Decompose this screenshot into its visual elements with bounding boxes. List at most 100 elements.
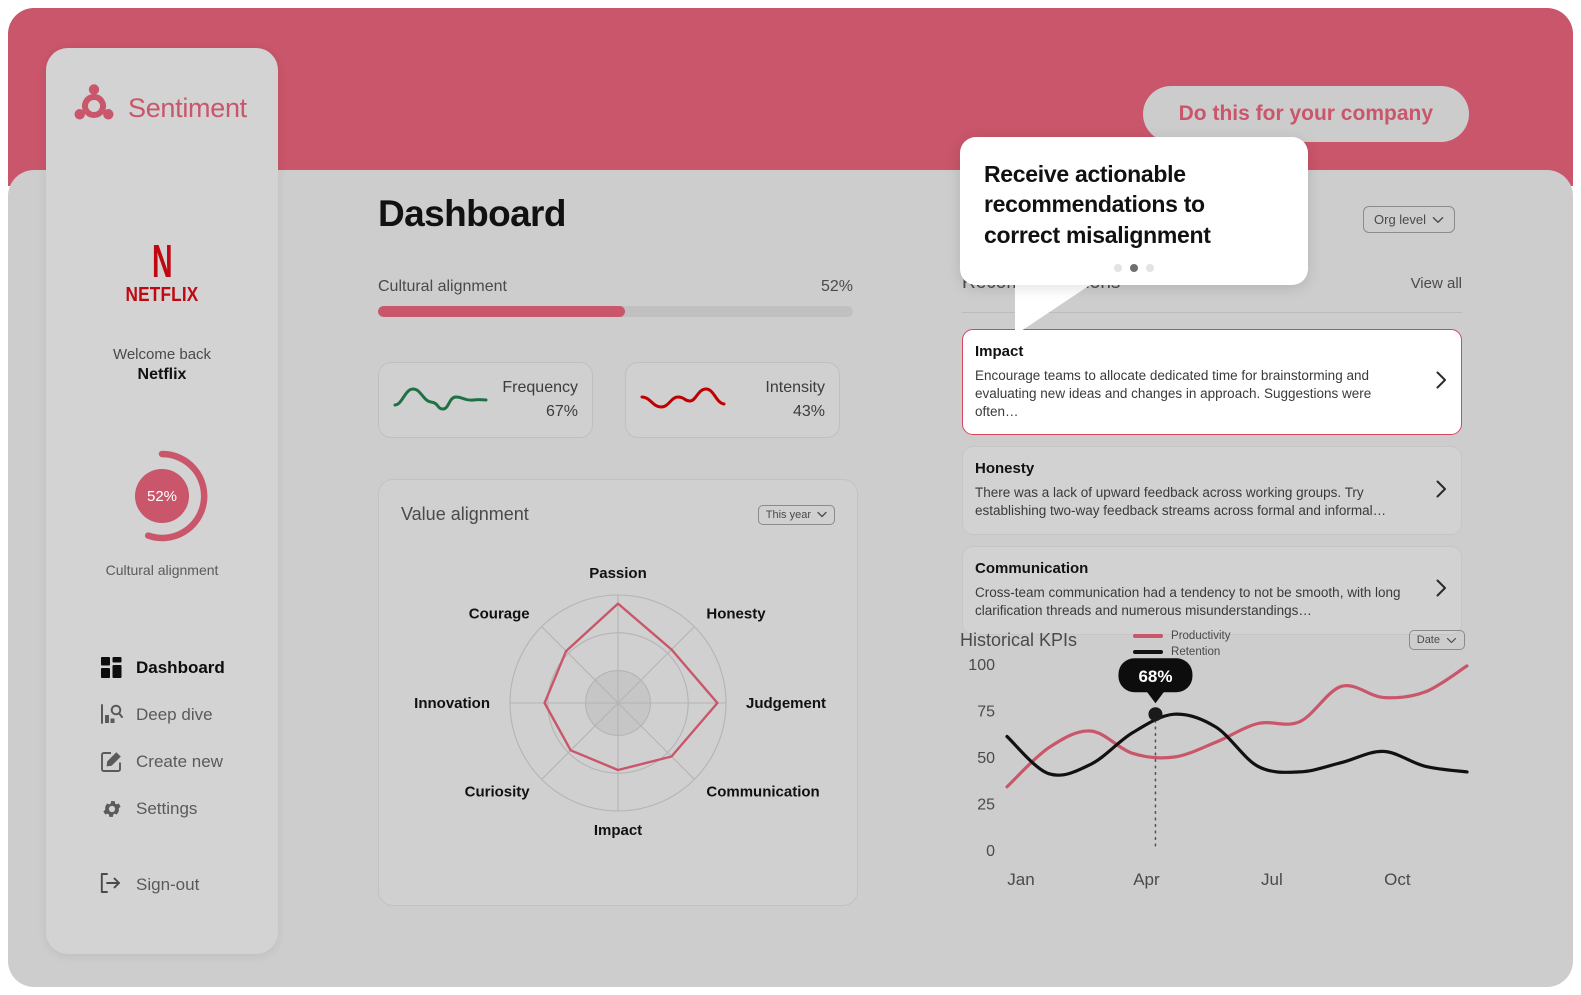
view-all-link[interactable]: View all: [1411, 275, 1462, 292]
recommendation-title: Honesty: [975, 460, 1035, 478]
app-root: Do this for your company Sentiment N NET…: [0, 0, 1581, 995]
edit-square-icon: [100, 750, 123, 773]
period-select-value: This year: [765, 508, 811, 521]
netflix-wordmark: NETFLIX: [125, 284, 199, 307]
annotation-badge-pointer: [1146, 691, 1165, 704]
radar-spoke: [541, 702, 619, 780]
radar-axis-label: Judgement: [746, 695, 826, 712]
metric-name: Frequency: [502, 379, 578, 396]
radar-axis-label: Courage: [469, 606, 530, 623]
y-tick-label: 100: [968, 657, 995, 674]
netflix-mark: N: [152, 235, 173, 287]
radar-axis-label: Innovation: [414, 695, 490, 712]
value-alignment-card: Value alignment This year Passion Honesty…: [378, 479, 858, 906]
period-select[interactable]: This year: [757, 504, 835, 525]
recommendation-card-impact[interactable]: Impact Encourage teams to allocate dedic…: [962, 329, 1462, 436]
gauge-caption: Cultural alignment: [105, 562, 219, 578]
sentiment-logo-icon: [70, 84, 118, 133]
y-tick-label: 50: [977, 750, 995, 767]
recommendation-description: Encourage teams to allocate dedicated ti…: [975, 368, 1372, 419]
recommendation-title: Communication: [975, 560, 1089, 578]
kpi-line-productivity: [1005, 664, 1469, 789]
legend-swatch: [1133, 634, 1164, 638]
historical-kpi-chart: 0 25 50 75 100 Jan Apr Jul Oct 68%: [968, 657, 1469, 889]
page-title: Dashboard: [378, 193, 566, 234]
x-tick-label: Jan: [1007, 870, 1034, 889]
pagination-dot[interactable]: [1146, 264, 1154, 272]
onboarding-callout: Receive actionable recommendations to co…: [960, 137, 1308, 285]
chevron-down-icon: [817, 511, 827, 518]
metric-value: 43%: [792, 403, 825, 420]
gauge-value: 52%: [135, 469, 189, 523]
callout-pagination-dots: [960, 264, 1308, 272]
sign-out-button[interactable]: Sign-out: [46, 873, 278, 896]
sidebar-item-label: Create new: [136, 751, 223, 771]
sidebar: Sentiment N NETFLIX Welcome back Netflix…: [46, 48, 278, 954]
callout-pointer: [1015, 283, 1093, 335]
pagination-dot[interactable]: [1130, 264, 1138, 272]
sign-out-icon: [100, 873, 123, 896]
radar-spoke: [617, 626, 695, 704]
value-alignment-title: Value alignment: [401, 504, 529, 524]
metric-cards: Frequency 67% Intensity 43%: [378, 362, 840, 438]
metric-card-frequency[interactable]: Frequency 67%: [378, 362, 593, 438]
welcome-label: Welcome back: [112, 346, 212, 363]
sidebar-item-create-new[interactable]: Create new: [46, 738, 278, 785]
chevron-right-icon[interactable]: [1436, 480, 1447, 502]
sidebar-item-dashboard[interactable]: Dashboard: [46, 644, 278, 691]
x-tick-label: Jul: [1261, 870, 1283, 889]
date-select-value: Date: [1416, 634, 1440, 646]
legend-item-productivity: Productivity: [1133, 630, 1230, 642]
annotation-point: [1148, 707, 1163, 722]
radar-chart: Passion Honesty Judgement Communication Impa…: [414, 565, 826, 839]
chevron-right-icon[interactable]: [1436, 579, 1447, 601]
do-this-for-your-company-button[interactable]: Do this for your company: [1142, 86, 1469, 142]
kpi-title: Historical KPIs: [960, 630, 1078, 650]
recommendation-description: Cross-team communication had a tendency …: [975, 585, 1401, 618]
chevron-right-icon[interactable]: [1436, 371, 1447, 393]
pagination-dot[interactable]: [1114, 264, 1122, 272]
cultural-alignment-value: 52%: [820, 278, 853, 295]
cultural-alignment-label: Cultural alignment: [378, 278, 507, 295]
chevron-down-icon: [1446, 637, 1457, 643]
company-name: Netflix: [137, 366, 187, 383]
org-level-select[interactable]: Org level: [1363, 206, 1456, 233]
sparkline-icon: [393, 381, 489, 420]
recommendations-list: Impact Encourage teams to allocate dedic…: [962, 329, 1462, 646]
callout-text: Receive actionable recommendations to co…: [984, 161, 1211, 248]
gauge-ring: 52%: [114, 448, 210, 544]
sparkline-icon: [640, 381, 736, 420]
y-tick-label: 25: [977, 797, 995, 814]
sidebar-item-label: Settings: [136, 798, 198, 818]
sidebar-nav: Dashboard Deep dive Create new Settings: [46, 644, 278, 832]
recommendation-title: Impact: [975, 343, 1024, 360]
recommendation-card-honesty[interactable]: Honesty There was a lack of upward feedb…: [962, 446, 1462, 536]
date-select[interactable]: Date: [1408, 630, 1465, 650]
netflix-logo: N NETFLIX: [46, 235, 278, 307]
analytics-person-icon: [100, 703, 123, 726]
sidebar-item-deep-dive[interactable]: Deep dive: [46, 691, 278, 738]
metric-card-intensity[interactable]: Intensity 43%: [625, 362, 840, 438]
chevron-down-icon: [1432, 216, 1444, 223]
progress-track: [378, 306, 853, 317]
org-level-value: Org level: [1374, 212, 1427, 227]
kpi-line-retention: [1005, 712, 1469, 777]
welcome-block: Welcome back Netflix: [46, 346, 278, 384]
brand-logo: Sentiment: [70, 84, 247, 133]
radar-axis-label: Honesty: [706, 606, 766, 623]
progress-fill: [378, 306, 625, 317]
x-tick-label: Oct: [1384, 870, 1411, 889]
radar-axis-label: Passion: [589, 565, 647, 582]
recommendation-card-communication[interactable]: Communication Cross-team communication h…: [962, 546, 1462, 635]
radar-axis-label: Curiosity: [465, 783, 531, 800]
sidebar-item-label: Dashboard: [136, 657, 225, 677]
brand-name: Sentiment: [128, 93, 247, 123]
radar-axis-label: Communication: [706, 783, 819, 800]
cultural-alignment-progress: Cultural alignment 52%: [378, 278, 853, 317]
x-tick-label: Apr: [1133, 870, 1160, 889]
y-tick-label: 75: [977, 704, 995, 721]
gear-icon: [100, 797, 123, 820]
grid-icon: [100, 656, 123, 679]
sidebar-item-settings[interactable]: Settings: [46, 785, 278, 832]
sign-out-label: Sign-out: [136, 874, 200, 894]
